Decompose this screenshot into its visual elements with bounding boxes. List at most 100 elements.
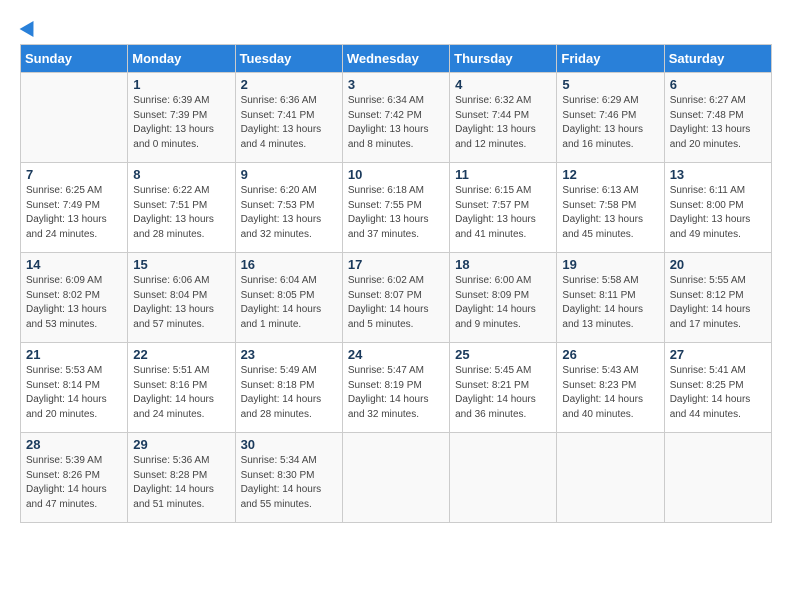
weekday-header: Saturday (664, 45, 771, 73)
calendar-cell: 19 Sunrise: 5:58 AMSunset: 8:11 PMDayligh… (557, 253, 664, 343)
day-number: 25 (455, 347, 551, 362)
weekday-header: Friday (557, 45, 664, 73)
page-header (20, 20, 772, 34)
day-detail: Sunrise: 6:06 AMSunset: 8:04 PMDaylight:… (133, 274, 229, 332)
calendar-cell (21, 73, 128, 163)
calendar-cell: 18 Sunrise: 6:00 AMSunset: 8:09 PMDayligh… (450, 253, 557, 343)
day-detail: Sunrise: 5:58 AMSunset: 8:11 PMDaylight:… (562, 274, 658, 332)
calendar-cell: 21Sunrise: 5:53 AMSunset: 8:14 PMDayligh… (21, 343, 128, 433)
calendar-cell: 5 Sunrise: 6:29 AMSunset: 7:46 PMDaylight… (557, 73, 664, 163)
logo (20, 20, 38, 34)
calendar-cell: 3 Sunrise: 6:34 AMSunset: 7:42 PMDaylight… (342, 73, 449, 163)
calendar-cell (450, 433, 557, 523)
day-number: 19 (562, 257, 658, 272)
calendar-cell: 26 Sunrise: 5:43 AMSunset: 8:23 PMDayligh… (557, 343, 664, 433)
calendar-cell (342, 433, 449, 523)
day-number: 23 (241, 347, 337, 362)
day-detail: Sunrise: 5:34 AMSunset: 8:30 PMDaylight:… (241, 454, 337, 512)
day-detail: Sunrise: 5:39 AMSunset: 8:26 PMDaylight:… (26, 454, 122, 512)
day-detail: Sunrise: 5:43 AMSunset: 8:23 PMDaylight:… (562, 364, 658, 422)
calendar-cell: 29 Sunrise: 5:36 AMSunset: 8:28 PMDayligh… (128, 433, 235, 523)
day-detail: Sunrise: 5:41 AMSunset: 8:25 PMDaylight:… (670, 364, 766, 422)
calendar-cell: 13 Sunrise: 6:11 AMSunset: 8:00 PMDayligh… (664, 163, 771, 253)
calendar-table: SundayMondayTuesdayWednesdayThursdayFrid… (20, 44, 772, 523)
day-detail: Sunrise: 6:32 AMSunset: 7:44 PMDaylight:… (455, 94, 551, 152)
calendar-cell: 20 Sunrise: 5:55 AMSunset: 8:12 PMDayligh… (664, 253, 771, 343)
day-number: 27 (670, 347, 766, 362)
calendar-cell: 9 Sunrise: 6:20 AMSunset: 7:53 PMDaylight… (235, 163, 342, 253)
calendar-cell: 17 Sunrise: 6:02 AMSunset: 8:07 PMDayligh… (342, 253, 449, 343)
calendar-cell (557, 433, 664, 523)
calendar-cell: 23 Sunrise: 5:49 AMSunset: 8:18 PMDayligh… (235, 343, 342, 433)
calendar-cell: 15Sunrise: 6:06 AMSunset: 8:04 PMDayligh… (128, 253, 235, 343)
day-number: 12 (562, 167, 658, 182)
day-number: 11 (455, 167, 551, 182)
day-detail: Sunrise: 6:34 AMSunset: 7:42 PMDaylight:… (348, 94, 444, 152)
calendar-cell: 1Sunrise: 6:39 AMSunset: 7:39 PMDaylight… (128, 73, 235, 163)
weekday-header: Wednesday (342, 45, 449, 73)
day-number: 4 (455, 77, 551, 92)
day-detail: Sunrise: 5:53 AMSunset: 8:14 PMDaylight:… (26, 364, 122, 422)
day-number: 16 (241, 257, 337, 272)
day-number: 24 (348, 347, 444, 362)
day-detail: Sunrise: 6:09 AMSunset: 8:02 PMDaylight:… (26, 274, 122, 332)
day-detail: Sunrise: 5:49 AMSunset: 8:18 PMDaylight:… (241, 364, 337, 422)
calendar-cell: 11 Sunrise: 6:15 AMSunset: 7:57 PMDayligh… (450, 163, 557, 253)
calendar-cell: 16 Sunrise: 6:04 AMSunset: 8:05 PMDayligh… (235, 253, 342, 343)
day-number: 28 (26, 437, 122, 452)
day-number: 9 (241, 167, 337, 182)
day-number: 7 (26, 167, 122, 182)
day-number: 2 (241, 77, 337, 92)
calendar-cell: 14 Sunrise: 6:09 AMSunset: 8:02 PMDayligh… (21, 253, 128, 343)
calendar-cell: 7 Sunrise: 6:25 AMSunset: 7:49 PMDaylight… (21, 163, 128, 253)
calendar-cell: 22Sunrise: 5:51 AMSunset: 8:16 PMDayligh… (128, 343, 235, 433)
day-detail: Sunrise: 6:11 AMSunset: 8:00 PMDaylight:… (670, 184, 766, 242)
day-detail: Sunrise: 6:22 AMSunset: 7:51 PMDaylight:… (133, 184, 229, 242)
day-number: 29 (133, 437, 229, 452)
day-detail: Sunrise: 6:15 AMSunset: 7:57 PMDaylight:… (455, 184, 551, 242)
weekday-header: Sunday (21, 45, 128, 73)
day-detail: Sunrise: 6:04 AMSunset: 8:05 PMDaylight:… (241, 274, 337, 332)
day-number: 1 (133, 77, 229, 92)
day-number: 22 (133, 347, 229, 362)
day-detail: Sunrise: 6:25 AMSunset: 7:49 PMDaylight:… (26, 184, 122, 242)
calendar-cell: 2 Sunrise: 6:36 AMSunset: 7:41 PMDaylight… (235, 73, 342, 163)
calendar-cell: 28 Sunrise: 5:39 AMSunset: 8:26 PMDayligh… (21, 433, 128, 523)
day-detail: Sunrise: 6:29 AMSunset: 7:46 PMDaylight:… (562, 94, 658, 152)
day-detail: Sunrise: 6:20 AMSunset: 7:53 PMDaylight:… (241, 184, 337, 242)
weekday-header: Monday (128, 45, 235, 73)
weekday-header: Thursday (450, 45, 557, 73)
day-detail: Sunrise: 6:00 AMSunset: 8:09 PMDaylight:… (455, 274, 551, 332)
day-number: 14 (26, 257, 122, 272)
day-detail: Sunrise: 6:18 AMSunset: 7:55 PMDaylight:… (348, 184, 444, 242)
day-number: 26 (562, 347, 658, 362)
day-number: 3 (348, 77, 444, 92)
calendar-cell: 6 Sunrise: 6:27 AMSunset: 7:48 PMDaylight… (664, 73, 771, 163)
calendar-cell: 4 Sunrise: 6:32 AMSunset: 7:44 PMDaylight… (450, 73, 557, 163)
weekday-header: Tuesday (235, 45, 342, 73)
day-detail: Sunrise: 6:27 AMSunset: 7:48 PMDaylight:… (670, 94, 766, 152)
day-detail: Sunrise: 6:02 AMSunset: 8:07 PMDaylight:… (348, 274, 444, 332)
day-number: 30 (241, 437, 337, 452)
day-detail: Sunrise: 5:55 AMSunset: 8:12 PMDaylight:… (670, 274, 766, 332)
calendar-cell: 12 Sunrise: 6:13 AMSunset: 7:58 PMDayligh… (557, 163, 664, 253)
day-detail: Sunrise: 6:13 AMSunset: 7:58 PMDaylight:… (562, 184, 658, 242)
calendar-cell: 25 Sunrise: 5:45 AMSunset: 8:21 PMDayligh… (450, 343, 557, 433)
calendar-cell: 24 Sunrise: 5:47 AMSunset: 8:19 PMDayligh… (342, 343, 449, 433)
day-number: 20 (670, 257, 766, 272)
day-number: 6 (670, 77, 766, 92)
day-number: 8 (133, 167, 229, 182)
day-detail: Sunrise: 5:47 AMSunset: 8:19 PMDaylight:… (348, 364, 444, 422)
day-number: 13 (670, 167, 766, 182)
day-number: 5 (562, 77, 658, 92)
day-detail: Sunrise: 6:36 AMSunset: 7:41 PMDaylight:… (241, 94, 337, 152)
day-detail: Sunrise: 5:45 AMSunset: 8:21 PMDaylight:… (455, 364, 551, 422)
calendar-cell: 8 Sunrise: 6:22 AMSunset: 7:51 PMDaylight… (128, 163, 235, 253)
day-number: 17 (348, 257, 444, 272)
calendar-cell: 30 Sunrise: 5:34 AMSunset: 8:30 PMDayligh… (235, 433, 342, 523)
logo-triangle-icon (20, 17, 41, 37)
day-detail: Sunrise: 5:36 AMSunset: 8:28 PMDaylight:… (133, 454, 229, 512)
calendar-cell (664, 433, 771, 523)
day-number: 18 (455, 257, 551, 272)
day-number: 10 (348, 167, 444, 182)
